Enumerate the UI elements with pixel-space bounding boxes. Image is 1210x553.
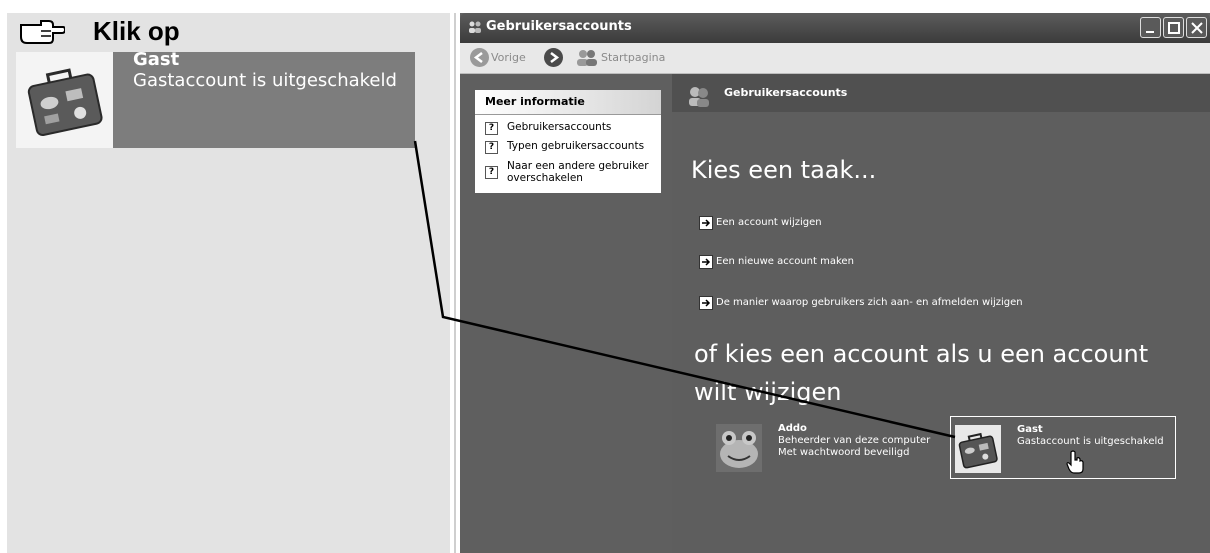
divider [454, 13, 456, 553]
back-arrow-icon [473, 52, 483, 63]
toolbar: Vorige Startpagina [460, 43, 1210, 74]
help-icon: ? [485, 141, 498, 154]
account-gast[interactable]: Gast Gastaccount is uitgeschakeld [950, 416, 1176, 479]
account-addo[interactable]: Addo Beheerder van deze computer Met wac… [712, 416, 938, 479]
forward-button[interactable] [544, 48, 563, 67]
zoom-account-status: Gastaccount is uitgeschakeld [133, 70, 397, 91]
more-info-header: Meer informatie [475, 90, 661, 115]
help-icon: ? [485, 122, 498, 135]
content-header: Gebruikersaccounts [672, 74, 1210, 112]
users-icon [469, 21, 481, 33]
help-icon: ? [485, 166, 498, 179]
account-name: Gast [1017, 424, 1043, 435]
task-label: Een nieuwe account maken [716, 256, 854, 267]
arrow-right-icon [699, 216, 713, 230]
title-bar[interactable]: Gebruikersaccounts [460, 13, 1210, 43]
more-info-box: Meer informatie ? Gebruikersaccounts ? T… [475, 90, 661, 193]
account-description: Gastaccount is uitgeschakeld [1017, 436, 1164, 447]
forward-arrow-icon [550, 52, 560, 63]
user-accounts-window: Gebruikersaccounts Vorige Startpagina Me… [460, 13, 1210, 553]
zoom-account-name: Gast [133, 49, 180, 70]
content-title: Gebruikersaccounts [724, 86, 848, 99]
account-heading: of kies een account als u een account wi… [694, 340, 1149, 406]
more-info-title: Meer informatie [485, 95, 585, 108]
minimize-icon [1146, 31, 1154, 33]
main-content: Gebruikersaccounts Kies een taak... Een … [672, 74, 1210, 553]
minimize-button[interactable] [1140, 17, 1161, 38]
back-label[interactable]: Vorige [491, 51, 526, 64]
sidebar: Meer informatie ? Gebruikersaccounts ? T… [460, 74, 672, 553]
hand-cursor-icon [1066, 450, 1084, 474]
suitcase-icon [955, 425, 1001, 473]
users-icon [689, 87, 709, 107]
maximize-icon [1168, 22, 1180, 34]
frog-icon [716, 424, 762, 472]
task-heading: Kies een taak... [691, 156, 877, 184]
window-title: Gebruikersaccounts [486, 19, 632, 34]
arrow-right-icon [699, 255, 713, 269]
close-icon [1191, 22, 1203, 34]
account-name: Addo [778, 423, 807, 434]
maximize-button[interactable] [1163, 17, 1184, 38]
users-icon [577, 50, 597, 66]
zoomed-guest-account: Gast Gastaccount is uitgeschakeld [16, 49, 415, 148]
pointing-hand-icon [20, 20, 65, 44]
close-button[interactable] [1186, 17, 1207, 38]
home-label[interactable]: Startpagina [601, 51, 665, 64]
instruction-text: Klik op [93, 16, 180, 46]
task-label: De manier waarop gebruikers zich aan- en… [716, 297, 1023, 308]
suitcase-icon [16, 52, 113, 148]
account-description: Beheerder van deze computer Met wachtwoo… [778, 435, 931, 458]
back-button[interactable] [470, 48, 489, 67]
arrow-right-icon [699, 296, 713, 310]
task-label: Een account wijzigen [716, 217, 822, 228]
